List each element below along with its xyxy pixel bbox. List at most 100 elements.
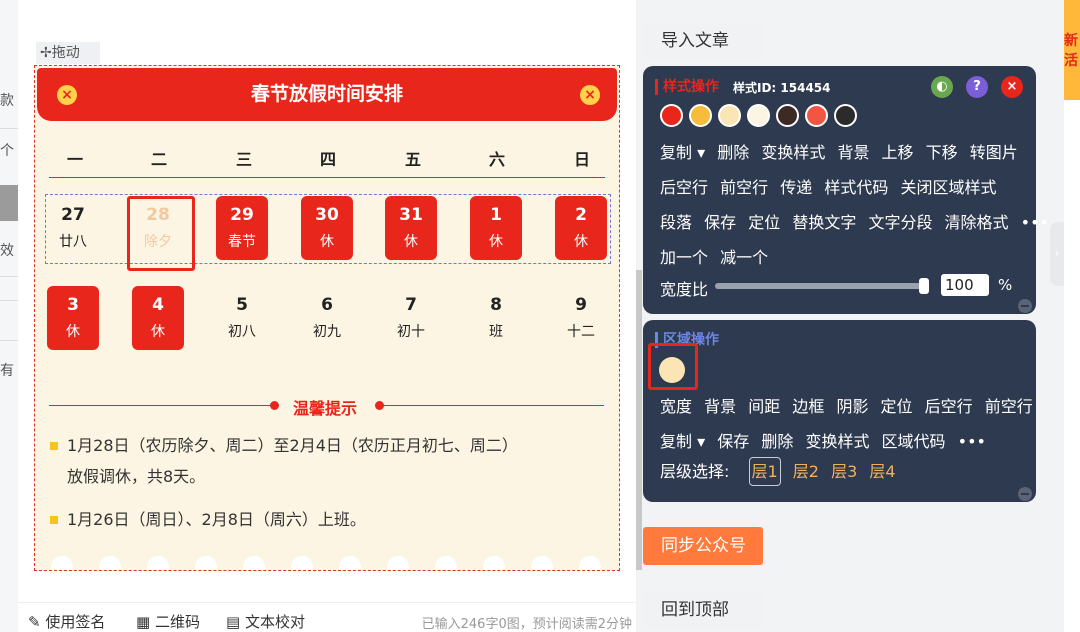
delete-button[interactable]: 删除 (717, 143, 749, 162)
close-icon[interactable]: × (1001, 76, 1023, 98)
copy-button[interactable]: 复制 ▾ (660, 143, 705, 162)
sync-wechat-button[interactable]: 同步公众号 (643, 527, 763, 565)
more-button[interactable]: ••• (1021, 213, 1049, 232)
color-swatch[interactable] (776, 104, 799, 127)
close-region-style-button[interactable]: 关闭区域样式 (900, 178, 996, 197)
blank-before-button[interactable]: 前空行 (720, 178, 768, 197)
calendar-day[interactable]: 31 休 (385, 196, 437, 260)
weekday-divider (49, 177, 605, 178)
layer-1-button[interactable]: 层1 (748, 457, 781, 486)
calendar-day[interactable]: 5 初八 (216, 286, 268, 350)
move-down-button[interactable]: 下移 (926, 143, 958, 162)
paragraph-button[interactable]: 段落 (660, 213, 692, 232)
style-actions-row: 段落 保存 定位 替换文字 文字分段 清除格式 ••• (660, 209, 1056, 233)
layer-4-button[interactable]: 层4 (869, 462, 895, 481)
color-swatch[interactable] (718, 104, 741, 127)
color-swatch[interactable] (805, 104, 828, 127)
remove-one-button[interactable]: 减一个 (720, 248, 768, 267)
shadow-button[interactable]: 阴影 (836, 397, 868, 416)
replace-text-button[interactable]: 替换文字 (792, 213, 856, 232)
pass-button[interactable]: 传递 (780, 178, 812, 197)
background-button[interactable]: 背景 (704, 397, 736, 416)
calendar-day[interactable]: 29 春节 (216, 196, 268, 260)
day-number: 7 (405, 295, 417, 315)
unlock-icon[interactable]: ◐ (931, 76, 953, 98)
color-swatch[interactable] (747, 104, 770, 127)
border-button[interactable]: 边框 (792, 397, 824, 416)
blank-after-button[interactable]: 后空行 (660, 178, 708, 197)
style-actions-row: 复制 ▾ 删除 变换样式 背景 上移 下移 转图片 (660, 139, 1025, 163)
day-label: 休 (574, 234, 588, 250)
background-button[interactable]: 背景 (837, 143, 869, 162)
calendar-day[interactable]: 3 休 (47, 286, 99, 350)
editor-bottom-bar: ✎ 使用签名 ▦ 二维码 ▤ 文本校对 已输入246字0图，预计阅读需2分钟 (18, 602, 636, 632)
back-to-top-button[interactable]: 回到顶部 (643, 591, 763, 629)
calendar-day[interactable]: 1 休 (470, 196, 522, 260)
delete-button[interactable]: 删除 (761, 432, 793, 451)
spacing-button[interactable]: 间距 (748, 397, 780, 416)
locate-button[interactable]: 定位 (881, 397, 913, 416)
calendar-day[interactable]: 7 初十 (385, 286, 437, 350)
layer-selector-row: 层级选择: 层1 层2 层3 层4 (660, 457, 903, 486)
width-ratio-input[interactable]: 100 (941, 274, 989, 296)
promo-banner[interactable]: 新活 (1064, 0, 1080, 100)
qrcode-icon: ▦ (136, 613, 151, 631)
signature-button[interactable]: ✎ 使用签名 (28, 611, 105, 632)
calendar-day[interactable]: 30 休 (301, 196, 353, 260)
width-button[interactable]: 宽度 (660, 397, 692, 416)
calendar-day[interactable]: 6 初九 (301, 286, 353, 350)
locate-button[interactable]: 定位 (748, 213, 780, 232)
change-style-button[interactable]: 变换样式 (805, 432, 869, 451)
left-panel-stub: 款 个 效 有 (0, 0, 18, 632)
day-label: 休 (489, 234, 503, 250)
percent-unit: % (998, 276, 1013, 294)
width-ratio-slider[interactable] (715, 283, 927, 289)
day-number: 1 (490, 205, 502, 225)
calendar-day[interactable]: 9 十二 (555, 286, 607, 350)
calendar-day[interactable]: 8 班 (470, 286, 522, 350)
region-actions-row: 宽度 背景 间距 边框 阴影 定位 后空行 前空行 (660, 393, 1040, 417)
calendar-day[interactable]: 4 休 (132, 286, 184, 350)
save-button[interactable]: 保存 (704, 213, 736, 232)
blank-after-button[interactable]: 后空行 (925, 397, 973, 416)
copy-button[interactable]: 复制 ▾ (660, 432, 705, 451)
help-icon[interactable]: ? (966, 76, 988, 98)
drag-handle[interactable]: ✢拖动 (36, 42, 100, 64)
holiday-card[interactable]: × 春节放假时间安排 × 一 二 三 四 五 六 日 27 廿八 28 除夕 2… (34, 65, 620, 571)
color-swatch[interactable] (689, 104, 712, 127)
proofread-button[interactable]: ▤ 文本校对 (226, 611, 305, 632)
day-number: 5 (236, 295, 248, 315)
blank-before-button[interactable]: 前空行 (985, 397, 1033, 416)
add-one-button[interactable]: 加一个 (660, 248, 708, 267)
region-code-button[interactable]: 区域代码 (882, 432, 946, 451)
clear-format-button[interactable]: 清除格式 (945, 213, 1009, 232)
style-code-button[interactable]: 样式代码 (824, 178, 888, 197)
editor-scrollbar[interactable] (636, 270, 642, 570)
layer-3-button[interactable]: 层3 (831, 462, 857, 481)
slider-handle[interactable] (919, 278, 929, 294)
calendar-day[interactable]: 27 廿八 (47, 196, 99, 260)
tip-divider (382, 405, 604, 406)
move-up-button[interactable]: 上移 (882, 143, 914, 162)
color-swatch[interactable] (834, 104, 857, 127)
collapse-icon[interactable] (1018, 299, 1032, 313)
save-button[interactable]: 保存 (717, 432, 749, 451)
sidebar-toggle[interactable]: › (1050, 222, 1064, 286)
to-image-button[interactable]: 转图片 (970, 143, 1018, 162)
change-style-button[interactable]: 变换样式 (761, 143, 825, 162)
collapse-icon[interactable] (1018, 487, 1032, 501)
proofread-label: 文本校对 (244, 613, 305, 631)
import-article-button[interactable]: 导入文章 (643, 22, 763, 60)
width-ratio-label: 宽度比 (660, 280, 709, 299)
decor-scallop (195, 556, 217, 570)
color-swatch[interactable] (660, 104, 683, 127)
region-actions-row: 复制 ▾ 保存 删除 变换样式 区域代码 ••• (660, 428, 993, 452)
divider (0, 276, 18, 277)
day-number: 4 (152, 295, 164, 315)
calendar-day[interactable]: 2 休 (555, 196, 607, 260)
more-button[interactable]: ••• (958, 432, 986, 451)
layer-2-button[interactable]: 层2 (793, 462, 819, 481)
qrcode-label: 二维码 (154, 613, 200, 631)
qrcode-button[interactable]: ▦ 二维码 (136, 611, 200, 632)
split-text-button[interactable]: 文字分段 (868, 213, 932, 232)
